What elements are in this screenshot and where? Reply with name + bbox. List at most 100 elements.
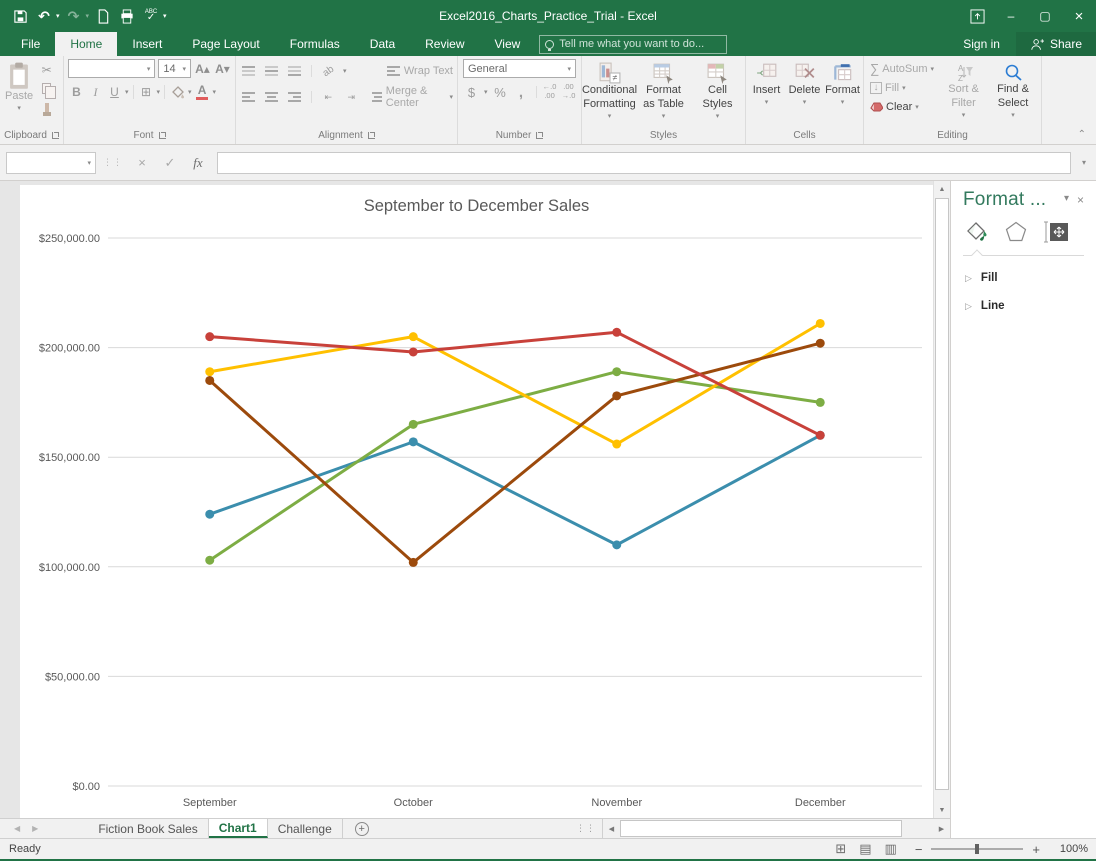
spelling-icon[interactable]: ABC ✓: [141, 5, 161, 27]
zoom-slider-handle[interactable]: [975, 844, 979, 854]
undo-icon[interactable]: ↶: [34, 5, 54, 27]
data-point-green-series[interactable]: [816, 398, 825, 407]
normal-view-icon[interactable]: ⊞: [835, 841, 846, 857]
line-section-toggle[interactable]: ▷ Line: [965, 300, 1084, 312]
page-break-view-icon[interactable]: ▥: [885, 841, 897, 857]
format-cells-button[interactable]: Format ▾: [824, 59, 861, 127]
close-button[interactable]: ×: [1062, 0, 1096, 32]
borders-icon[interactable]: ⊞: [138, 84, 155, 101]
maximize-button[interactable]: ▢: [1028, 0, 1062, 32]
align-left-icon[interactable]: [240, 89, 257, 106]
orientation-icon[interactable]: ab: [317, 59, 341, 83]
italic-button[interactable]: I: [87, 84, 104, 101]
clear-button[interactable]: Clear▾: [870, 97, 934, 116]
grow-font-icon[interactable]: A▴: [194, 60, 211, 77]
decrease-indent-icon[interactable]: ⇤: [320, 89, 337, 106]
data-point-teal-series[interactable]: [205, 510, 214, 519]
chart-sheet[interactable]: September to December Sales $0.00$50,000…: [20, 185, 933, 818]
align-bottom-icon[interactable]: [286, 63, 303, 80]
sheet-nav-right-icon[interactable]: ▶: [32, 824, 38, 833]
format-as-table-button[interactable]: Format as Table ▾: [638, 59, 690, 127]
data-point-gold-series[interactable]: [816, 319, 825, 328]
sheet-nav-left-icon[interactable]: ◀: [14, 824, 20, 833]
sheet-tab-fiction-book-sales[interactable]: Fiction Book Sales: [88, 819, 208, 838]
expand-formula-bar-icon[interactable]: ▾: [1078, 158, 1090, 167]
cell-styles-button[interactable]: Cell Styles ▾: [692, 59, 744, 127]
shrink-font-icon[interactable]: A▾: [214, 60, 231, 77]
scroll-down-icon[interactable]: ▼: [934, 802, 950, 818]
data-point-green-series[interactable]: [612, 367, 621, 376]
insert-function-icon[interactable]: fx: [186, 152, 210, 174]
zoom-level[interactable]: 100%: [1050, 843, 1088, 855]
name-box[interactable]: ▾: [6, 152, 96, 174]
data-point-teal-series[interactable]: [612, 540, 621, 549]
horizontal-scrollbar[interactable]: ◀ ▶: [602, 819, 950, 838]
scroll-right-icon[interactable]: ▶: [933, 819, 950, 838]
align-center-icon[interactable]: [263, 89, 280, 106]
data-point-green-series[interactable]: [409, 420, 418, 429]
data-point-gold-series[interactable]: [409, 332, 418, 341]
scroll-up-icon[interactable]: ▲: [934, 181, 950, 197]
font-dialog-launcher-icon[interactable]: [159, 132, 166, 139]
fill-color-icon[interactable]: [169, 84, 186, 101]
horizontal-scroll-thumb[interactable]: [620, 820, 902, 837]
data-point-red-series[interactable]: [612, 328, 621, 337]
fill-line-tab-icon[interactable]: [965, 220, 989, 249]
copy-icon[interactable]: [38, 80, 55, 97]
formula-input[interactable]: [217, 152, 1071, 174]
minimize-button[interactable]: –: [994, 0, 1028, 32]
size-properties-tab-icon[interactable]: [1043, 220, 1069, 249]
find-select-button[interactable]: Find & Select▾: [991, 63, 1035, 120]
fill-button[interactable]: ↓Fill▾: [870, 78, 934, 97]
wrap-text-button[interactable]: Wrap Text: [387, 65, 453, 77]
font-size-combo[interactable]: 14▾: [158, 59, 191, 78]
number-format-combo[interactable]: General▾: [463, 59, 576, 78]
tab-splitter-handle[interactable]: ⋮⋮: [570, 819, 602, 838]
align-right-icon[interactable]: [286, 89, 303, 106]
underline-button[interactable]: U: [106, 84, 123, 101]
new-file-icon[interactable]: [93, 5, 113, 27]
sheet-tab-chart1[interactable]: Chart1: [209, 819, 268, 838]
tab-formulas[interactable]: Formulas: [275, 32, 355, 56]
align-top-icon[interactable]: [240, 63, 257, 80]
tab-data[interactable]: Data: [355, 32, 410, 56]
fill-section-toggle[interactable]: ▷ Fill: [965, 272, 1084, 284]
zoom-slider[interactable]: [931, 848, 1023, 850]
page-layout-view-icon[interactable]: ▤: [859, 841, 871, 857]
data-point-teal-series[interactable]: [409, 437, 418, 446]
autosum-button[interactable]: ∑AutoSum▾: [870, 59, 934, 78]
align-middle-icon[interactable]: [263, 63, 280, 80]
series-line-teal-series[interactable]: [210, 435, 821, 545]
ribbon-display-options-icon[interactable]: [960, 0, 994, 32]
formula-bar-resize-handle[interactable]: ⋮⋮: [103, 157, 123, 168]
tab-review[interactable]: Review: [410, 32, 479, 56]
number-dialog-launcher-icon[interactable]: [536, 132, 543, 139]
data-point-gold-series[interactable]: [612, 440, 621, 449]
increase-decimal-icon[interactable]: ←.0 .00: [542, 83, 557, 100]
insert-cells-button[interactable]: Insert ▾: [748, 59, 785, 127]
data-point-red-series[interactable]: [409, 347, 418, 356]
font-color-icon[interactable]: A: [194, 84, 211, 101]
scroll-left-icon[interactable]: ◀: [603, 819, 620, 838]
tab-file[interactable]: File: [6, 32, 55, 56]
data-point-brown-series[interactable]: [612, 391, 621, 400]
data-point-brown-series[interactable]: [816, 339, 825, 348]
data-point-red-series[interactable]: [816, 431, 825, 440]
save-icon[interactable]: [10, 5, 30, 27]
new-sheet-button[interactable]: +: [343, 819, 381, 838]
effects-tab-icon[interactable]: [1004, 220, 1028, 249]
delete-cells-button[interactable]: Delete ▾: [786, 59, 823, 127]
data-point-brown-series[interactable]: [205, 376, 214, 385]
percent-style-icon[interactable]: %: [492, 84, 509, 101]
accounting-format-icon[interactable]: $: [463, 84, 480, 101]
customize-qat-icon[interactable]: ▾: [163, 12, 167, 20]
font-name-combo[interactable]: ▾: [68, 59, 155, 78]
pane-close-icon[interactable]: ×: [1077, 193, 1084, 207]
undo-dropdown-icon[interactable]: ▾: [56, 12, 60, 20]
tab-page-layout[interactable]: Page Layout: [177, 32, 274, 56]
data-point-gold-series[interactable]: [205, 367, 214, 376]
sales-line-chart[interactable]: $0.00$50,000.00$100,000.00$150,000.00$20…: [20, 185, 933, 818]
chart-title[interactable]: September to December Sales: [20, 197, 933, 216]
tab-view[interactable]: View: [480, 32, 536, 56]
bold-button[interactable]: B: [68, 84, 85, 101]
